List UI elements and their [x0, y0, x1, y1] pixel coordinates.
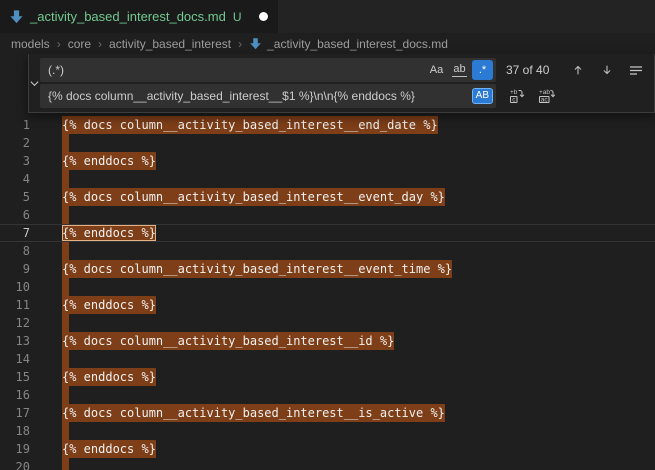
- breadcrumb: models › core › activity_based_interest …: [0, 33, 655, 54]
- current-find-match: {% enddocs %}: [62, 225, 156, 241]
- breadcrumb-separator: ›: [57, 37, 61, 51]
- markdown-icon: [249, 37, 262, 50]
- code-line[interactable]: 11 {% enddocs %}: [0, 296, 655, 314]
- find-match: {% enddocs %}: [62, 152, 156, 170]
- code-line[interactable]: 17 {% docs column__activity_based_interes…: [0, 404, 655, 422]
- line-number: 7: [0, 225, 30, 241]
- code-line[interactable]: 3 {% enddocs %}: [0, 152, 655, 170]
- replace-all-icon[interactable]: +ab ac: [538, 88, 555, 104]
- code-line[interactable]: 10: [0, 278, 655, 296]
- line-number: 14: [0, 350, 30, 368]
- code-line[interactable]: 9 {% docs column__activity_based_interest…: [0, 260, 655, 278]
- match-count-label: 37 of 40: [506, 63, 549, 77]
- preserve-case-toggle[interactable]: AB: [472, 88, 493, 104]
- code-line[interactable]: 20: [0, 458, 655, 470]
- line-number: 20: [0, 458, 30, 470]
- svg-text:+ab: +ab: [539, 89, 550, 96]
- find-match: {% docs column__activity_based_interest_…: [62, 404, 445, 422]
- line-number: 19: [0, 440, 30, 458]
- line-number: 13: [0, 332, 30, 350]
- line-number: 6: [0, 206, 30, 224]
- code-line[interactable]: 12: [0, 314, 655, 332]
- code-line[interactable]: 18: [0, 422, 655, 440]
- find-match: {% docs column__activity_based_interest_…: [62, 116, 438, 134]
- find-match: {% docs column__activity_based_interest_…: [62, 188, 445, 206]
- breadcrumb-item-core[interactable]: core: [68, 37, 91, 51]
- line-number: 3: [0, 152, 30, 170]
- find-match-empty: [62, 350, 69, 368]
- line-number: 15: [0, 368, 30, 386]
- code-line[interactable]: 1 {% docs column__activity_based_interest…: [0, 116, 655, 134]
- find-match-empty: [62, 206, 69, 224]
- replace-row: {% docs column__activity_based_interest_…: [40, 83, 655, 109]
- find-match: {% docs column__activity_based_interest_…: [62, 332, 394, 350]
- find-match-empty: [62, 422, 69, 440]
- whole-word-toggle[interactable]: ab: [449, 60, 470, 80]
- markdown-icon: [9, 9, 24, 24]
- line-number: 8: [0, 242, 30, 260]
- find-match: {% enddocs %}: [62, 440, 156, 458]
- replace-icon[interactable]: +b c: [509, 88, 525, 104]
- match-case-toggle[interactable]: Aa: [426, 60, 447, 80]
- find-match-empty: [62, 134, 69, 152]
- code-line[interactable]: 8: [0, 242, 655, 260]
- find-query-text: (.*): [48, 63, 424, 77]
- find-match-empty: [62, 170, 69, 188]
- code-editor[interactable]: 1 {% docs column__activity_based_interest…: [0, 116, 655, 470]
- line-number: 2: [0, 134, 30, 152]
- editor-tab[interactable]: _activity_based_interest_docs.md U: [0, 0, 279, 33]
- find-match: {% docs column__activity_based_interest_…: [62, 260, 452, 278]
- modified-dot-icon[interactable]: [259, 12, 268, 21]
- svg-text:+b: +b: [510, 89, 518, 96]
- find-match: {% enddocs %}: [62, 368, 156, 386]
- find-match-empty: [62, 314, 69, 332]
- find-match-empty: [62, 458, 69, 470]
- find-match: {% enddocs %}: [62, 296, 156, 314]
- code-line[interactable]: 5 {% docs column__activity_based_interest…: [0, 188, 655, 206]
- find-replace-widget: (.*) Aa ab .* 37 of 40: [28, 54, 655, 113]
- find-row: (.*) Aa ab .* 37 of 40: [40, 57, 655, 83]
- line-number: 16: [0, 386, 30, 404]
- next-match-button[interactable]: [600, 63, 614, 77]
- line-number: 10: [0, 278, 30, 296]
- replace-value-text: {% docs column__activity_based_interest_…: [48, 89, 468, 103]
- breadcrumb-item-activity-based-interest[interactable]: activity_based_interest: [109, 37, 231, 51]
- breadcrumb-item-file[interactable]: _activity_based_interest_docs.md: [249, 37, 448, 51]
- svg-text:ac: ac: [541, 97, 549, 104]
- line-number: 17: [0, 404, 30, 422]
- code-line[interactable]: 14: [0, 350, 655, 368]
- replace-input[interactable]: {% docs column__activity_based_interest_…: [40, 84, 496, 108]
- breadcrumb-separator: ›: [238, 37, 242, 51]
- toggle-replace-chevron-icon[interactable]: [29, 54, 40, 112]
- find-match-empty: [62, 386, 69, 404]
- code-line-current[interactable]: 7 {% enddocs %}: [0, 224, 655, 242]
- breadcrumb-item-models[interactable]: models: [11, 37, 50, 51]
- code-line[interactable]: 15 {% enddocs %}: [0, 368, 655, 386]
- find-in-selection-icon[interactable]: [629, 64, 643, 76]
- line-number: 11: [0, 296, 30, 314]
- code-line[interactable]: 4: [0, 170, 655, 188]
- tab-bar: _activity_based_interest_docs.md U: [0, 0, 655, 33]
- code-line[interactable]: 16: [0, 386, 655, 404]
- git-status-badge: U: [233, 10, 242, 24]
- previous-match-button[interactable]: [571, 63, 585, 77]
- tab-title: _activity_based_interest_docs.md: [30, 9, 226, 24]
- line-number: 4: [0, 170, 30, 188]
- regex-toggle[interactable]: .*: [472, 60, 493, 80]
- code-line[interactable]: 13 {% docs column__activity_based_interes…: [0, 332, 655, 350]
- code-line[interactable]: 6: [0, 206, 655, 224]
- code-line[interactable]: 19 {% enddocs %}: [0, 440, 655, 458]
- code-line[interactable]: 2: [0, 134, 655, 152]
- line-number: 18: [0, 422, 30, 440]
- line-number: 5: [0, 188, 30, 206]
- find-match-empty: [62, 278, 69, 296]
- breadcrumb-separator: ›: [98, 37, 102, 51]
- line-number: 1: [0, 116, 30, 134]
- breadcrumb-file-label: _activity_based_interest_docs.md: [267, 37, 448, 51]
- line-number: 9: [0, 260, 30, 278]
- line-number: 12: [0, 314, 30, 332]
- find-match-empty: [62, 242, 69, 260]
- find-input[interactable]: (.*) Aa ab .*: [40, 58, 496, 82]
